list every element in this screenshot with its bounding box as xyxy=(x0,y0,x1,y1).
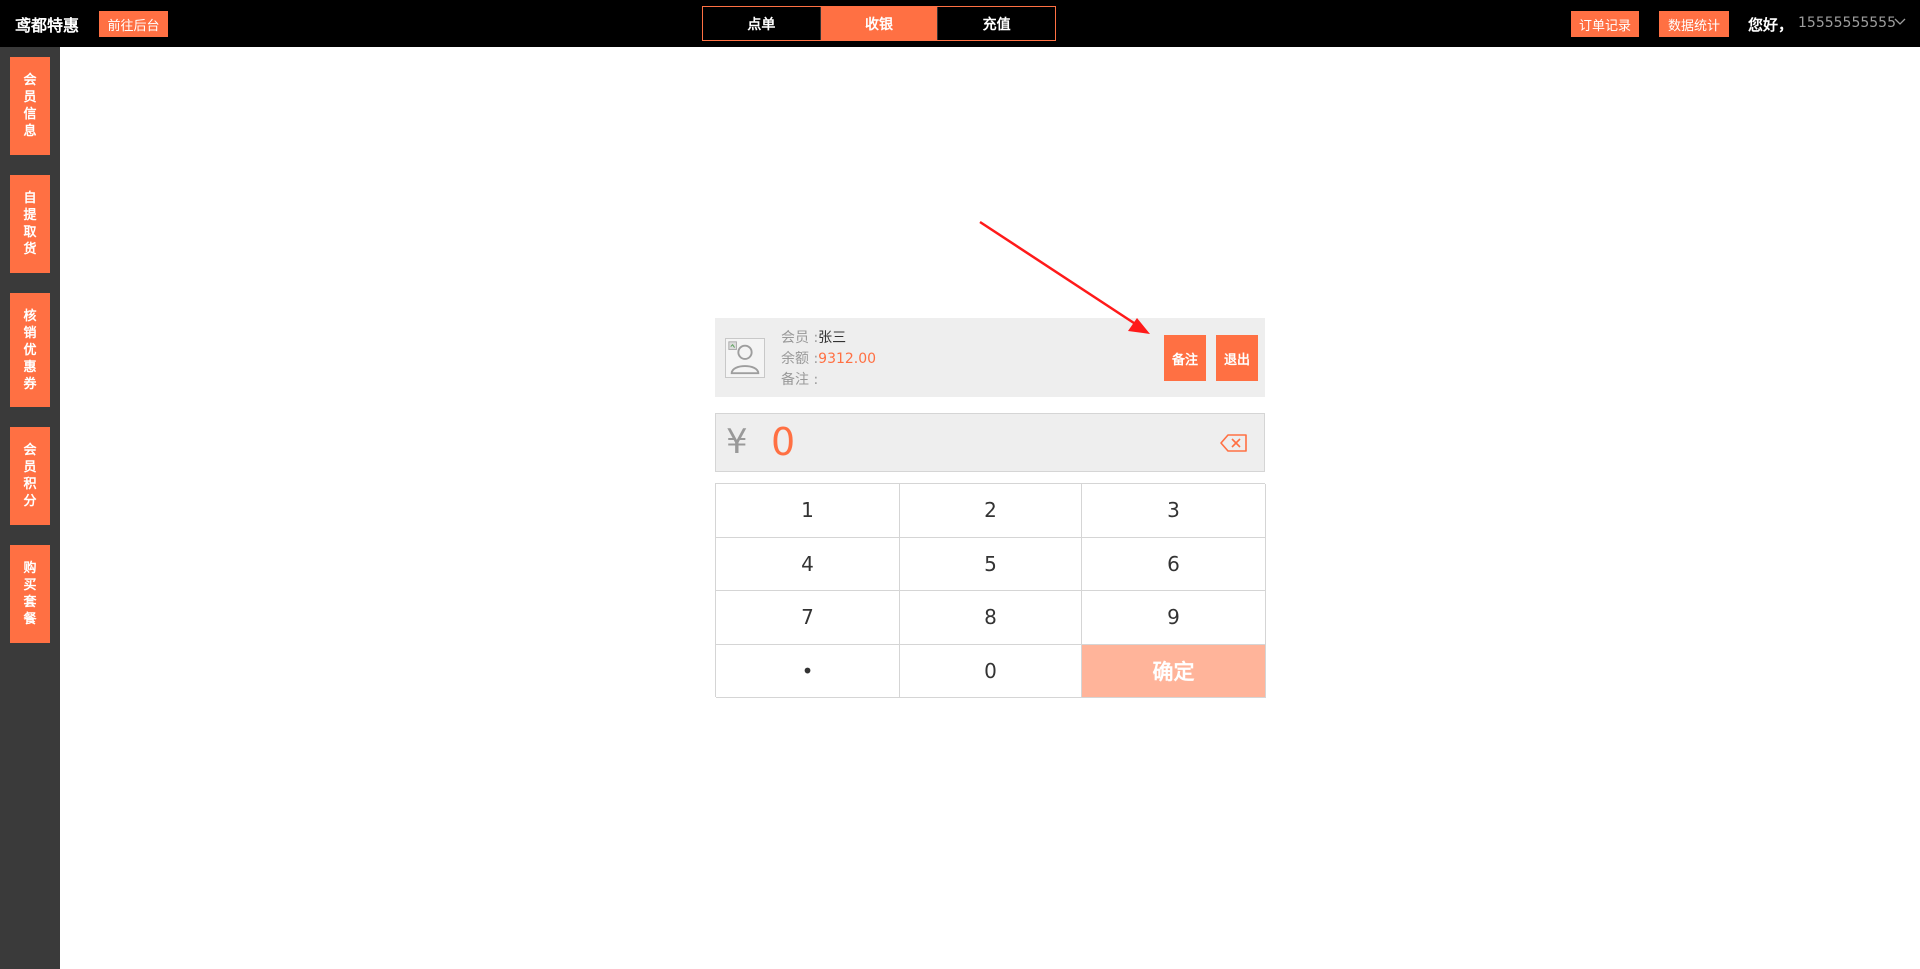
member-note-row: 备注 : xyxy=(781,370,876,391)
sidebar-item-member-points[interactable]: 会员积分 xyxy=(10,427,50,525)
tab-recharge[interactable]: 充值 xyxy=(937,7,1055,40)
key-7[interactable]: 7 xyxy=(716,591,900,645)
brand-title: 鸢都特惠 xyxy=(15,16,80,35)
sidebar-item-label: 购买套餐 xyxy=(23,561,37,627)
member-balance-label: 余额 : xyxy=(781,351,819,367)
key-1[interactable]: 1 xyxy=(716,484,900,538)
add-note-button[interactable]: 备注 xyxy=(1164,335,1206,381)
amount-display: ¥ 0 xyxy=(715,413,1265,472)
chevron-down-icon[interactable] xyxy=(1892,14,1908,30)
member-balance-row: 余额 :9312.00 xyxy=(781,349,876,370)
amount-value: 0 xyxy=(771,420,796,464)
numeric-keypad: 1 2 3 4 5 6 7 8 9 • 0 确定 xyxy=(715,483,1266,698)
sidebar-item-label: 会员信息 xyxy=(23,73,37,139)
member-name: 张三 xyxy=(818,330,847,346)
sidebar-item-buy-package[interactable]: 购买套餐 xyxy=(10,545,50,643)
greeting-text: 您好， xyxy=(1748,16,1794,34)
key-9[interactable]: 9 xyxy=(1082,591,1266,645)
sidebar-item-label: 会员积分 xyxy=(23,443,37,509)
tab-cashier[interactable]: 收银 xyxy=(819,7,938,40)
key-0[interactable]: 0 xyxy=(900,644,1082,698)
user-avatar-icon xyxy=(725,338,765,378)
key-6[interactable]: 6 xyxy=(1082,537,1266,591)
username[interactable]: 15555555555 xyxy=(1798,15,1896,31)
key-2[interactable]: 2 xyxy=(900,484,1082,538)
member-name-label: 会员 : xyxy=(781,330,819,346)
member-info: 会员 :张三 余额 :9312.00 备注 : xyxy=(781,328,876,391)
top-navigation-bar: 鸢都特惠 前往后台 点单 收银 充值 订单记录 数据统计 您好， 1555555… xyxy=(0,0,1920,47)
sidebar-item-member-info[interactable]: 会员信息 xyxy=(10,57,50,155)
sidebar-item-redeem-coupon[interactable]: 核销优惠券 xyxy=(10,293,50,407)
key-3[interactable]: 3 xyxy=(1082,484,1266,538)
logout-member-button[interactable]: 退出 xyxy=(1216,335,1258,381)
sidebar-item-label: 核销优惠券 xyxy=(23,308,37,392)
sidebar-item-label: 自提取货 xyxy=(23,191,37,257)
sidebar-item-self-pickup[interactable]: 自提取货 xyxy=(10,175,50,273)
key-5[interactable]: 5 xyxy=(900,537,1082,591)
key-4[interactable]: 4 xyxy=(716,537,900,591)
sidebar: 会员信息 自提取货 核销优惠券 会员积分 购买套餐 xyxy=(0,47,60,969)
confirm-button[interactable]: 确定 xyxy=(1082,644,1266,698)
mode-tabs: 点单 收银 充值 xyxy=(702,6,1056,41)
key-8[interactable]: 8 xyxy=(900,591,1082,645)
member-name-row: 会员 :张三 xyxy=(781,328,876,349)
backspace-icon[interactable] xyxy=(1219,432,1249,454)
data-statistics-button[interactable]: 数据统计 xyxy=(1659,11,1729,37)
order-records-button[interactable]: 订单记录 xyxy=(1571,11,1639,37)
member-balance: 9312.00 xyxy=(818,351,877,367)
member-note-label: 备注 : xyxy=(781,372,819,388)
go-to-backend-button[interactable]: 前往后台 xyxy=(99,11,168,37)
currency-symbol: ¥ xyxy=(726,422,748,462)
key-decimal-point[interactable]: • xyxy=(716,644,900,698)
tab-order[interactable]: 点单 xyxy=(703,7,820,40)
